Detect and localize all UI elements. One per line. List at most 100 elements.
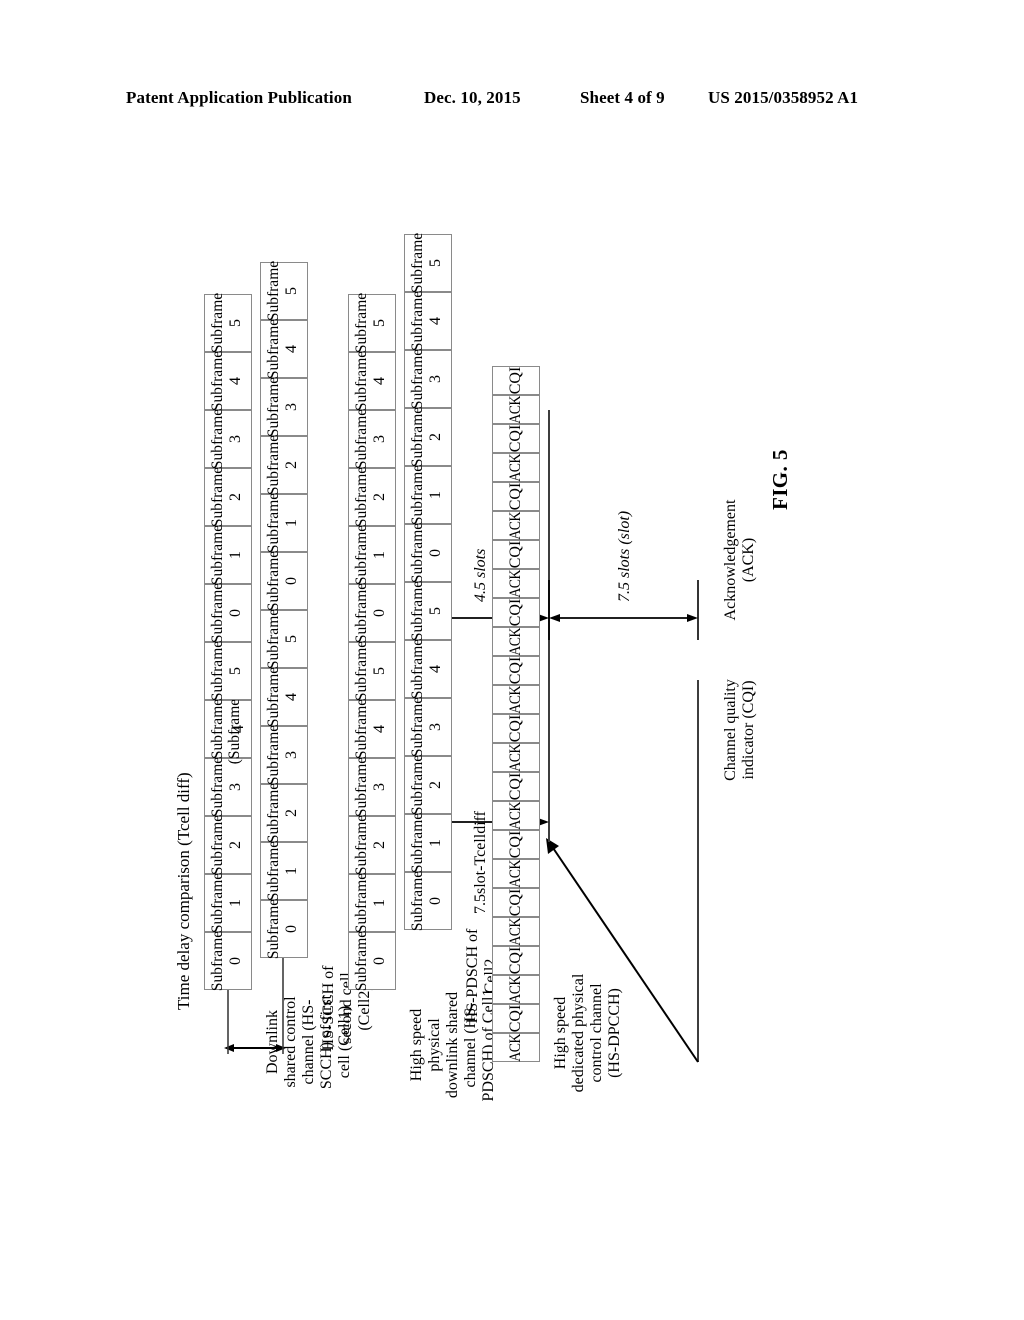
subframe-cell-index: 5 [427,607,444,615]
dpcch-ack-cell: ACK [492,1033,540,1062]
track-hs-pdsch-cell1: Subframe 0 Subframe 1 Subframe 2 Subframe 3 Subf… [348,293,396,991]
subframe-cell-index: 1 [227,899,244,907]
subframe-cell-name: Subframe [265,376,282,438]
subframe-cell: Subframe 5 [260,609,308,669]
subframe-cell-index: 0 [283,925,300,933]
caption-channel-quality-indicator: Channel quality indicator (CQI) [722,679,758,781]
subframe-cell-index: 1 [427,491,444,499]
subframe-cell-name: Subframe [209,872,226,934]
subframe-cell-index: 2 [371,493,388,501]
subframe-cell-index: 3 [283,751,300,759]
track-hs-scch-cell1: Subframe 0 Subframe 1 Subframe 2 Subframe 3 Subf… [204,293,252,992]
subframe-cell-index: 0 [283,577,300,585]
subframe-cell: Subframe 4 [348,699,396,759]
subframe-cell-index: 4 [230,725,247,733]
subframe-cell: Subframe 5 [260,261,308,321]
subframe-cell: Subframe 0 [348,931,396,991]
dpcch-cell-label: CQI [507,946,524,975]
dpcch-cell-label: CQI [507,772,524,801]
subframe-cell-name: Subframe [209,408,226,470]
dpcch-cell-label: ACK [507,975,524,1004]
subframe-cell-index: 5 [371,667,388,675]
subframe-cell-name: Subframe [409,348,426,410]
dpcch-cqi-cell: CQI [492,656,540,685]
subframe-cell-index: 2 [227,841,244,849]
subframe-cell-name: Subframe [353,408,370,470]
subframe-cell-name: Subframe [265,782,282,844]
dpcch-cqi-cell: CQI [492,540,540,569]
subframe-cell-index: 4 [227,377,244,385]
subframe-cell-index: 1 [227,551,244,559]
subframe-cell-index: 2 [283,809,300,817]
subframe-cell-name: Subframe [209,350,226,412]
caption-acknowledgement: Acknowledgement (ACK) [722,499,758,621]
dpcch-cqi-cell: CQI [492,482,540,511]
track-hs-scch-cell2: Subframe 0 Subframe 1 Subframe 2 Subframe 3 Subf… [260,261,308,960]
subframe-cell: Subframe 4 [404,290,452,352]
subframe-cell-name: Subframe [265,724,282,786]
subframe-cell-name: Subframe [209,756,226,818]
dpcch-cell-label: ACK [507,627,524,656]
dpcch-cell-label: CQI [507,656,524,685]
dpcch-cell-label: ACK [507,569,524,598]
subframe-cell: Subframe 3 [404,697,452,757]
subframe-cell-name: Subframe [353,814,370,876]
measure-label-7p5slot-tcelldiff: 7.5slot-Tcelldiff [472,810,489,914]
subframe-cell: Subframe 1 [348,873,396,933]
subframe-cell: Subframe 3 [204,408,252,470]
dpcch-cell-label: CQI [507,830,524,859]
subframe-cell-index: 5 [283,287,300,295]
subframe-cell-index: 5 [283,635,300,643]
subframe-cell: Subframe 3 [260,376,308,438]
subframe-cell-name: Subframe [353,350,370,412]
subframe-cell: Subframe 2 [204,467,252,527]
figure-5: Time delay comparison (Tcell diff) FIG. … [0,0,1024,1320]
dpcch-cqi-cell: CQI [492,830,540,859]
subframe-cell-name: Subframe [265,898,282,960]
dpcch-cqi-cell: CQI [492,888,540,917]
subframe-cell-name: Subframe [265,318,282,380]
dpcch-cell-label: ACK [507,685,524,714]
subframe-cell-name: Subframe [265,550,282,612]
subframe-cell: Subframe 2 [204,815,252,875]
subframe-cell: Subframe 3 [348,408,396,470]
subframe-cell-name: Subframe [409,406,426,468]
subframe-cell: Subframe 0 [348,583,396,643]
subframe-cell: Subframe 4 [404,639,452,699]
subframe-cell-index: 5 [371,319,388,327]
subframe-cell-index: 4 [427,317,444,325]
subframe-cell-name: Subframe [209,930,226,992]
subframe-cell-index: 3 [427,723,444,731]
track-hs-pdsch-cell2: Subframe 0 Subframe 1 Subframe 2 Subframe 3 Subf… [404,233,452,931]
subframe-cell-name: Subframe [353,756,370,818]
subframe-cell-index: 1 [283,867,300,875]
subframe-cell-index: 4 [283,345,300,353]
subframe-cell-index: 4 [427,665,444,673]
dpcch-cell-label: ACK [507,859,524,888]
subframe-cell-index: 4 [371,377,388,385]
subframe-cell: Subframe 5 [204,641,252,701]
dpcch-cqi-cell: CQI [492,366,540,395]
subframe-cell: Subframe 5 [404,233,452,293]
subframe-cell-name: Subframe [409,464,426,526]
subframe-cell-name: Subframe [409,812,426,874]
subframe-cell: Subframe 2 [404,406,452,468]
subframe-cell-name: Subframe [353,524,370,586]
subframe-cell: Subframe 5 [348,641,396,701]
measure-label-4p5-slots: 4.5 slots [472,548,489,602]
subframe-cell-name: Subframe [409,290,426,352]
dpcch-cell-label: ACK [507,917,524,946]
subframe-cell: Subframe 2 [348,467,396,527]
subframe-cell-index: 4 [283,693,300,701]
subframe-cell-index: 1 [371,899,388,907]
subframe-cell-index: 5 [227,667,244,675]
dpcch-cqi-cell: CQI [492,772,540,801]
subframe-cell-index: 2 [371,841,388,849]
subframe-cell-index: 2 [427,433,444,441]
subframe-cell-index: 2 [227,493,244,501]
subframe-cell: Subframe 4 [204,350,252,412]
subframe-cell-name: Subframe [265,840,282,902]
dpcch-ack-cell: ACK [492,743,540,772]
subframe-cell: Subframe 1 [204,872,252,934]
dpcch-cell-label: CQI [507,366,524,395]
